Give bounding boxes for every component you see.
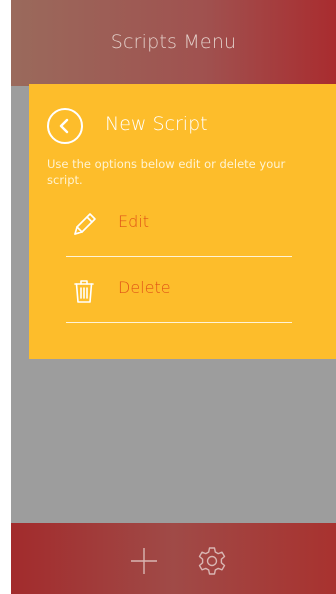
delete-label: Delete <box>118 278 171 297</box>
settings-button[interactable] <box>195 544 229 578</box>
edit-option[interactable]: Edit <box>66 194 292 257</box>
gear-icon <box>198 547 226 575</box>
pencil-icon <box>74 213 96 235</box>
script-options-panel: New Script Use the options below edit or… <box>29 84 336 359</box>
edit-label: Edit <box>118 212 149 231</box>
back-button[interactable] <box>47 108 83 144</box>
plus-icon <box>131 548 157 574</box>
bottom-toolbar <box>11 523 336 594</box>
add-script-button[interactable] <box>127 544 161 578</box>
panel-description: Use the options below edit or delete you… <box>47 157 286 187</box>
app-window: Scripts Menu New Script Use the options … <box>11 0 336 594</box>
panel-title: New Script <box>105 113 208 135</box>
chevron-left-icon <box>59 118 69 134</box>
page-title: Scripts Menu <box>110 31 237 53</box>
app-header: Scripts Menu <box>11 0 336 86</box>
trash-icon <box>74 280 94 303</box>
delete-option[interactable]: Delete <box>66 260 292 323</box>
